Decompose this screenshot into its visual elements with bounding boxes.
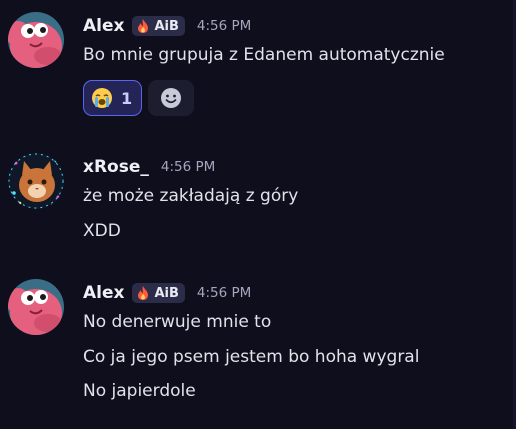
username[interactable]: xRose_ bbox=[83, 157, 149, 177]
timestamp[interactable]: 4:56 PM bbox=[197, 18, 251, 34]
message-header: xRose_ 4:56 PM bbox=[83, 154, 215, 180]
pink-creature-avatar-icon bbox=[8, 12, 64, 68]
guild-tag-label: AiB bbox=[154, 18, 179, 34]
guild-tag[interactable]: AiB bbox=[132, 16, 185, 36]
flame-icon bbox=[138, 19, 149, 33]
message-text: XDD bbox=[83, 221, 121, 241]
message-text: No japierdole bbox=[83, 381, 196, 401]
guild-tag[interactable]: AiB bbox=[132, 283, 185, 303]
reaction-button[interactable]: 1 bbox=[83, 80, 143, 116]
flame-icon bbox=[138, 286, 149, 300]
message-text: Co ja jego psem jestem bo hoha wygral bbox=[83, 347, 420, 367]
guild-tag-label: AiB bbox=[154, 285, 179, 301]
message-text: że może zakładają z góry bbox=[83, 186, 299, 206]
username[interactable]: Alex bbox=[83, 16, 124, 36]
avatar[interactable] bbox=[8, 153, 64, 209]
reaction-count: 1 bbox=[121, 88, 133, 108]
reactions-bar: 1 bbox=[83, 80, 195, 116]
avatar[interactable] bbox=[8, 279, 64, 335]
avatar[interactable] bbox=[8, 12, 64, 68]
username[interactable]: Alex bbox=[83, 283, 124, 303]
message-text: Bo mnie grupuja z Edanem automatycznie bbox=[83, 45, 445, 65]
smiley-icon bbox=[161, 88, 182, 108]
message-group-xrose: xRose_ 4:56 PM że może zakładają z góry … bbox=[0, 140, 516, 260]
message-header: Alex AiB 4:56 PM bbox=[83, 280, 251, 306]
add-reaction-button[interactable] bbox=[148, 80, 195, 116]
timestamp[interactable]: 4:56 PM bbox=[161, 159, 215, 175]
message-group-alex-2: Alex AiB 4:56 PM No denerwuje mnie to Co… bbox=[0, 266, 516, 416]
timestamp[interactable]: 4:56 PM bbox=[197, 285, 251, 301]
pink-creature-avatar-icon bbox=[8, 279, 64, 335]
message-group-alex-1: Alex AiB 4:56 PM Bo mnie grupuja z Edane… bbox=[0, 0, 516, 125]
message-header: Alex AiB 4:56 PM bbox=[83, 13, 251, 39]
cat-avatar-icon bbox=[8, 153, 64, 209]
loudly-crying-face-icon bbox=[92, 88, 112, 108]
message-text: No denerwuje mnie to bbox=[83, 312, 272, 332]
